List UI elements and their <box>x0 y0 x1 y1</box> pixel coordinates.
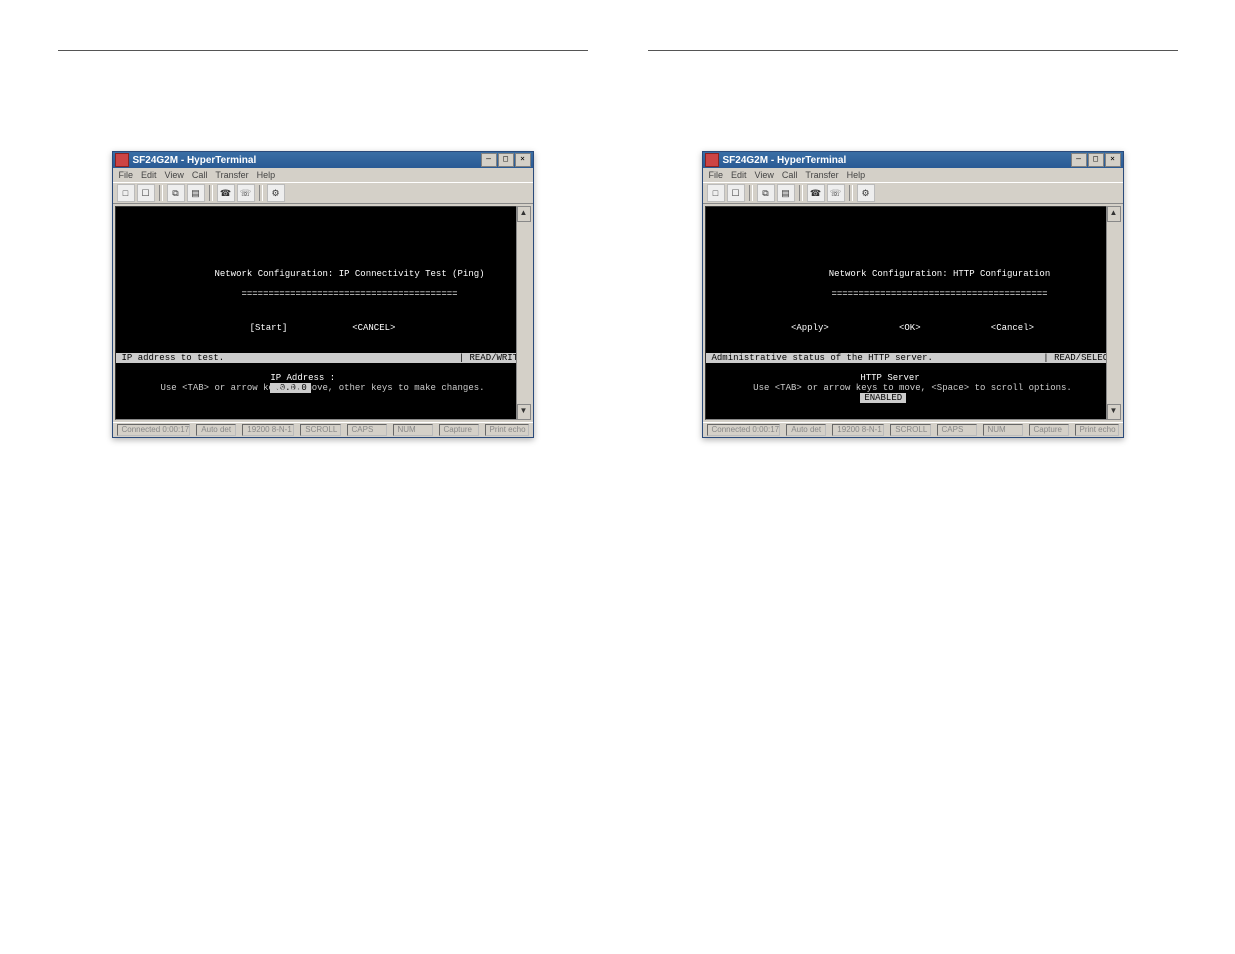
nav-hint: Use <TAB> or arrow keys to move, <Space>… <box>706 383 1120 393</box>
scrollbar[interactable]: ▲ ▼ <box>1106 206 1121 420</box>
menu-call[interactable]: Call <box>782 170 798 180</box>
status-bar: Connected 0:00:17 Auto det 19200 8-N-1 S… <box>113 422 533 437</box>
menu-transfer[interactable]: Transfer <box>215 170 248 180</box>
tool-separator <box>799 185 803 201</box>
tool-properties-icon[interactable]: ⚙ <box>857 184 875 202</box>
window-titlebar: SF24G2M - HyperTerminal – □ × <box>113 152 533 168</box>
status-right: | READ/SELECT <box>1043 353 1113 363</box>
tool-connect-icon[interactable]: ☎ <box>807 184 825 202</box>
menu-view[interactable]: View <box>165 170 184 180</box>
status-caps: CAPS <box>937 424 977 436</box>
screen-underline: ======================================== <box>831 289 1047 299</box>
menu-call[interactable]: Call <box>192 170 208 180</box>
hyperterminal-window: SF24G2M - HyperTerminal – □ × File Edit … <box>702 151 1124 438</box>
tool-properties-icon[interactable]: ⚙ <box>267 184 285 202</box>
status-left: Administrative status of the HTTP server… <box>712 353 933 363</box>
status-autodet: Auto det <box>196 424 236 436</box>
status-conn: Connected 0:00:17 <box>117 424 191 436</box>
status-left: IP address to test. <box>122 353 225 363</box>
scroll-up-icon[interactable]: ▲ <box>1107 206 1121 222</box>
tool-open-icon[interactable]: ☐ <box>727 184 745 202</box>
window-titlebar: SF24G2M - HyperTerminal – □ × <box>703 152 1123 168</box>
screen-header: Network Configuration: IP Connectivity T… <box>214 269 484 279</box>
terminal-screen[interactable]: Network Configuration: IP Connectivity T… <box>115 206 531 420</box>
status-capture: Capture <box>439 424 479 436</box>
maximize-button[interactable]: □ <box>498 153 514 167</box>
close-button[interactable]: × <box>515 153 531 167</box>
tool-new-icon[interactable]: □ <box>117 184 135 202</box>
window-buttons: – □ × <box>481 153 531 167</box>
toolbar: □ ☐ ⧉ ▤ ☎ ☏ ⚙ <box>703 182 1123 204</box>
scroll-down-icon[interactable]: ▼ <box>1107 404 1121 420</box>
menu-help[interactable]: Help <box>257 170 276 180</box>
tool-separator <box>259 185 263 201</box>
status-capture: Capture <box>1029 424 1069 436</box>
tool-open-icon[interactable]: ☐ <box>137 184 155 202</box>
window-title: SF24G2M - HyperTerminal <box>723 155 1071 166</box>
tool-separator <box>749 185 753 201</box>
menu-file[interactable]: File <box>709 170 724 180</box>
menu-edit[interactable]: Edit <box>141 170 157 180</box>
app-icon <box>705 153 719 167</box>
status-scroll: SCROLL <box>890 424 930 436</box>
page-rule <box>648 50 1178 51</box>
menu-edit[interactable]: Edit <box>731 170 747 180</box>
tool-copy-icon[interactable]: ⧉ <box>757 184 775 202</box>
window-buttons: – □ × <box>1071 153 1121 167</box>
nav-hint: Use <TAB> or arrow keys to move, other k… <box>116 383 530 393</box>
page-rule <box>58 50 588 51</box>
tool-hangup-icon[interactable]: ☏ <box>237 184 255 202</box>
right-page: SF24G2M - HyperTerminal – □ × File Edit … <box>648 20 1178 438</box>
status-num: NUM <box>393 424 433 436</box>
menu-bar: File Edit View Call Transfer Help <box>113 168 533 182</box>
left-page: SF24G2M - HyperTerminal – □ × File Edit … <box>58 20 588 438</box>
status-baud: 19200 8-N-1 <box>832 424 884 436</box>
tool-separator <box>159 185 163 201</box>
tool-paste-icon[interactable]: ▤ <box>187 184 205 202</box>
menu-transfer[interactable]: Transfer <box>805 170 838 180</box>
tool-connect-icon[interactable]: ☎ <box>217 184 235 202</box>
scroll-down-icon[interactable]: ▼ <box>517 404 531 420</box>
minimize-button[interactable]: – <box>1071 153 1087 167</box>
scroll-up-icon[interactable]: ▲ <box>517 206 531 222</box>
minimize-button[interactable]: – <box>481 153 497 167</box>
status-print: Print echo <box>1075 424 1119 436</box>
status-baud: 19200 8-N-1 <box>242 424 294 436</box>
tool-separator <box>209 185 213 201</box>
menu-view[interactable]: View <box>755 170 774 180</box>
tool-hangup-icon[interactable]: ☏ <box>827 184 845 202</box>
tool-paste-icon[interactable]: ▤ <box>777 184 795 202</box>
status-print: Print echo <box>485 424 529 436</box>
terminal-screen[interactable]: Network Configuration: HTTP Configuratio… <box>705 206 1121 420</box>
tool-copy-icon[interactable]: ⧉ <box>167 184 185 202</box>
screen-header: Network Configuration: HTTP Configuratio… <box>829 269 1050 279</box>
menu-file[interactable]: File <box>119 170 134 180</box>
status-autodet: Auto det <box>786 424 826 436</box>
status-right: | READ/WRITE <box>459 353 524 363</box>
tool-new-icon[interactable]: □ <box>707 184 725 202</box>
toolbar: □ ☐ ⧉ ▤ ☎ ☏ ⚙ <box>113 182 533 204</box>
tool-separator <box>849 185 853 201</box>
hyperterminal-window: SF24G2M - HyperTerminal – □ × File Edit … <box>112 151 534 438</box>
close-button[interactable]: × <box>1105 153 1121 167</box>
maximize-button[interactable]: □ <box>1088 153 1104 167</box>
app-icon <box>115 153 129 167</box>
action-buttons[interactable]: <Apply> <OK> <Cancel> <box>706 323 1120 333</box>
status-bar: Connected 0:00:17 Auto det 19200 8-N-1 S… <box>703 422 1123 437</box>
status-caps: CAPS <box>347 424 387 436</box>
menu-bar: File Edit View Call Transfer Help <box>703 168 1123 182</box>
action-buttons[interactable]: [Start] <CANCEL> <box>116 323 530 333</box>
menu-help[interactable]: Help <box>847 170 866 180</box>
scrollbar[interactable]: ▲ ▼ <box>516 206 531 420</box>
status-conn: Connected 0:00:17 <box>707 424 781 436</box>
screen-underline: ======================================== <box>241 289 457 299</box>
status-scroll: SCROLL <box>300 424 340 436</box>
status-num: NUM <box>983 424 1023 436</box>
window-title: SF24G2M - HyperTerminal <box>133 155 481 166</box>
